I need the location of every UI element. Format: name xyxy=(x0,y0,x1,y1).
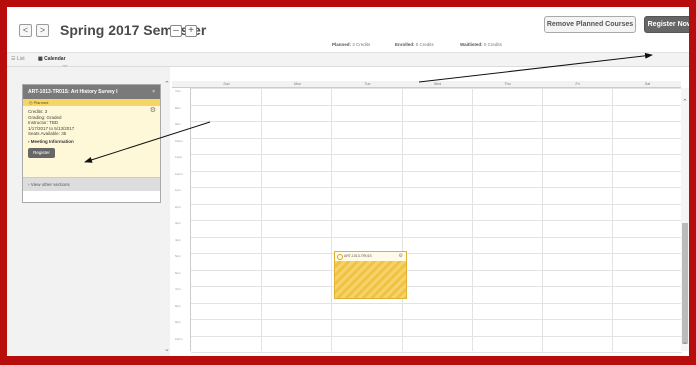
day-header: Fri xyxy=(575,82,580,86)
planned-status: ◷ Planned xyxy=(23,99,160,106)
time-label: 10pm xyxy=(175,337,183,341)
course-details: ⚙ Credits: 3 Grading: Graded Instructor:… xyxy=(23,106,160,177)
event-label: ART-1013-TR01S xyxy=(344,254,372,258)
day-header: Sat xyxy=(644,82,651,86)
meeting-information-toggle[interactable]: › Meeting Information xyxy=(28,139,155,145)
list-icon: ☰ xyxy=(11,56,16,62)
semester-header: < > Spring 2017 Semester – + Planned: 3 … xyxy=(7,7,689,53)
scroll-up-icon[interactable]: ⌃ xyxy=(682,98,688,106)
enrolled-credits: Enrolled: 0 Credits xyxy=(395,42,434,47)
grid-hour-line xyxy=(191,269,682,271)
day-header: Wed xyxy=(433,82,442,86)
add-term-button[interactable]: + xyxy=(185,25,197,37)
time-label: 8am xyxy=(175,106,181,110)
clock-icon: ◷ xyxy=(29,100,33,105)
grid-hour-line xyxy=(191,203,682,205)
tab-calendar[interactable]: ▦ Calendar xyxy=(38,56,66,62)
next-term-button[interactable]: > xyxy=(36,24,49,37)
grid-hour-line xyxy=(191,335,682,337)
chevron-right-icon: › xyxy=(28,182,30,187)
collapse-button[interactable]: – xyxy=(170,25,182,37)
calendar-event[interactable]: ART-1013-TR01S ⚙ xyxy=(334,251,407,299)
app-window: < > Spring 2017 Semester – + Planned: 3 … xyxy=(7,7,689,356)
course-card: ART-1013-TR01S: Art History Survey I × ◷… xyxy=(22,84,161,203)
tab-list[interactable]: ☰ List xyxy=(11,56,25,62)
time-label: 9am xyxy=(175,122,181,126)
register-now-button[interactable]: Register Now xyxy=(644,16,689,33)
event-header: ART-1013-TR01S ⚙ xyxy=(335,252,406,261)
time-label: 7pm xyxy=(175,287,181,291)
grid-hour-line xyxy=(191,121,682,122)
day-header: Sun xyxy=(223,82,230,86)
scrollbar-thumb[interactable] xyxy=(682,223,688,344)
time-label: 12pm xyxy=(175,172,183,176)
time-label: 11am xyxy=(175,155,183,159)
day-header: Tue xyxy=(364,82,371,86)
course-card-header: ART-1013-TR01S: Art History Survey I × xyxy=(23,85,160,99)
calendar-day-header: Sun Mon Tue Wed Thu Fri Sat xyxy=(172,81,681,88)
calendar-icon: ▦ xyxy=(38,56,43,62)
gear-icon[interactable]: ⚙ xyxy=(150,107,156,113)
chevron-right-icon: › xyxy=(28,138,30,144)
day-header: Thu xyxy=(504,82,511,86)
remove-planned-courses-button[interactable]: Remove Planned Courses xyxy=(544,16,636,33)
grid-hour-line xyxy=(191,319,682,320)
clock-icon xyxy=(337,254,343,260)
time-column: 7am 8am 9am 10am 11am 12pm 1pm 2pm 3pm 4… xyxy=(172,88,191,351)
left-scrollbar[interactable]: ⌃ ⌄ xyxy=(164,80,170,355)
grid-hour-line xyxy=(191,88,682,89)
grid-hour-line xyxy=(191,253,682,254)
day-header: Mon xyxy=(294,82,301,86)
view-tabs: ☰ List ▦ Calendar xyxy=(7,53,689,67)
grid-hour-line xyxy=(191,170,682,172)
grid-hour-line xyxy=(191,220,682,221)
scroll-down-icon[interactable]: ⌄ xyxy=(164,345,170,353)
time-label: 1pm xyxy=(175,188,181,192)
course-title: ART-1013-TR01S: Art History Survey I xyxy=(28,89,118,95)
seats-text: Seats Available: 35 xyxy=(28,131,67,136)
view-other-sections[interactable]: › View other sections xyxy=(23,177,160,191)
waitlisted-credits: Waitlisted: 0 Credits xyxy=(460,42,502,47)
time-label: 10am xyxy=(175,139,183,143)
planned-credits: Planned: 3 Credits xyxy=(332,42,371,47)
gear-icon[interactable]: ⚙ xyxy=(399,252,403,261)
grid-hour-line xyxy=(191,187,682,188)
grid-hour-line xyxy=(191,236,682,238)
register-button[interactable]: Register xyxy=(28,148,55,158)
calendar-view: Sun Mon Tue Wed Thu Fri Sat 7am 8am 9am … xyxy=(172,67,689,356)
time-label: 5pm xyxy=(175,254,181,258)
close-icon[interactable]: × xyxy=(152,85,155,99)
time-label: 7am xyxy=(175,89,181,93)
calendar-scrollbar[interactable]: ⌃ ⌄ xyxy=(681,88,689,351)
calendar-grid[interactable]: ART-1013-TR01S ⚙ xyxy=(191,88,682,353)
grid-hour-line xyxy=(191,286,682,287)
scroll-down-icon[interactable]: ⌄ xyxy=(682,338,688,346)
grid-hour-line xyxy=(191,302,682,304)
time-label: 9pm xyxy=(175,320,181,324)
time-label: 3pm xyxy=(175,221,181,225)
grid-hour-line xyxy=(191,137,682,139)
time-label: 8pm xyxy=(175,304,181,308)
previous-term-button[interactable]: < xyxy=(19,24,32,37)
time-label: 2pm xyxy=(175,205,181,209)
grid-hour-line xyxy=(191,352,682,353)
course-panel: ART-1013-TR01S: Art History Survey I × ◷… xyxy=(7,67,170,356)
grid-hour-line xyxy=(191,104,682,106)
grid-hour-line xyxy=(191,154,682,155)
time-label: 6pm xyxy=(175,271,181,275)
time-label: 4pm xyxy=(175,238,181,242)
scroll-up-icon[interactable]: ⌃ xyxy=(164,80,170,88)
